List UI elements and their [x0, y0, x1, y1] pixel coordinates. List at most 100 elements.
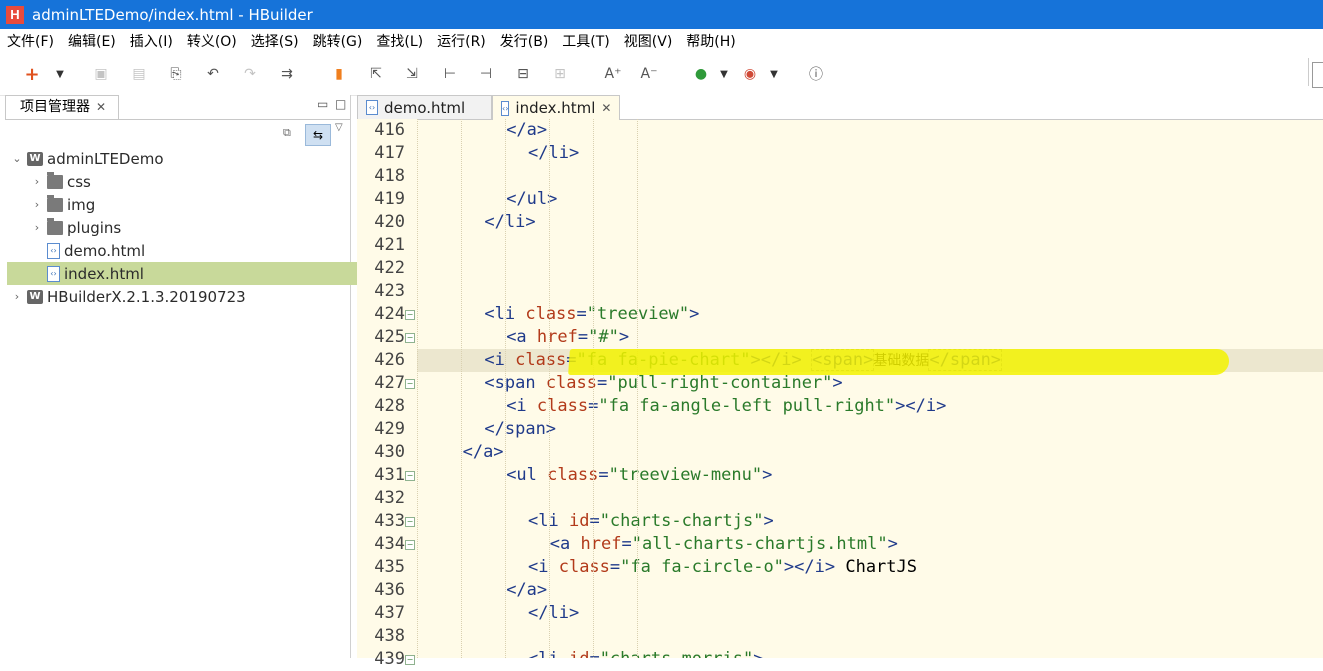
- save-icon[interactable]: ▣: [92, 65, 110, 83]
- undo-icon[interactable]: ↶: [204, 65, 222, 83]
- code-token: =: [577, 327, 589, 347]
- maximize-icon[interactable]: □: [335, 97, 346, 111]
- browser-caret-icon[interactable]: ▼: [765, 65, 783, 83]
- menu-item[interactable]: 文件(F): [0, 31, 61, 51]
- code-token: class: [558, 557, 610, 577]
- title-bar: H adminLTEDemo/index.html - HBuilder: [0, 0, 1323, 29]
- chevron-down-icon[interactable]: ⌄: [11, 152, 23, 165]
- collapse-all-icon[interactable]: ⧉: [283, 126, 291, 140]
- dropdown-caret-icon[interactable]: ▼: [51, 65, 69, 83]
- close-icon[interactable]: ✕: [601, 101, 611, 115]
- menu-item[interactable]: 发行(B): [493, 31, 556, 51]
- code-token: <i: [528, 557, 559, 577]
- line-number: 426: [374, 350, 405, 370]
- tree-item[interactable]: ‹› index.html: [7, 262, 374, 285]
- chevron-right-icon[interactable]: ›: [31, 198, 43, 211]
- project-panel: 项目管理器 ✕ ▭ □ ⧉ ⇆ ▽ ⌄ WadminLTEDemo › css › img…: [5, 95, 374, 658]
- chevron-right-icon[interactable]: ›: [31, 221, 43, 234]
- menu-item[interactable]: 转义(O): [180, 31, 244, 51]
- toolbar-overflow-icon[interactable]: [1312, 62, 1323, 88]
- fold-toggle-icon[interactable]: −: [405, 517, 415, 527]
- menu-item[interactable]: 编辑(E): [61, 31, 123, 51]
- fold-toggle-icon[interactable]: −: [405, 540, 415, 550]
- info-icon[interactable]: ⓘ: [807, 65, 825, 83]
- line-number: 435: [374, 557, 405, 577]
- run-icon[interactable]: ●: [692, 65, 710, 83]
- code-line: <li id="charts-morris">: [417, 648, 1323, 658]
- fold-toggle-icon[interactable]: −: [405, 310, 415, 320]
- menu-item[interactable]: 运行(R): [430, 31, 493, 51]
- menu-item[interactable]: 选择(S): [244, 31, 306, 51]
- font-decrease-icon[interactable]: A⁻: [640, 65, 658, 83]
- indent-guide: [461, 119, 462, 658]
- code-line: <span class="pull-right-container">: [417, 372, 1323, 395]
- revert-icon[interactable]: ⎘: [167, 65, 185, 83]
- fold-toggle-icon[interactable]: −: [405, 379, 415, 389]
- code-content: </li>: [528, 142, 579, 165]
- code-token: >: [887, 534, 898, 554]
- menu-item[interactable]: 跳转(G): [306, 31, 370, 51]
- code-area[interactable]: </a> </li> </ul> </li> <li class="treeview">…: [417, 119, 1323, 658]
- project-icon: W: [27, 151, 43, 166]
- go-end-icon[interactable]: ⊣: [477, 65, 495, 83]
- tree-item[interactable]: › img: [7, 193, 374, 216]
- tree-item[interactable]: › W HBuilderX.2.1.3.20190723: [7, 285, 354, 308]
- save-all-icon[interactable]: ▤: [130, 65, 148, 83]
- code-line: </a>: [417, 579, 1323, 602]
- tab-project-manager[interactable]: 项目管理器 ✕: [5, 95, 120, 119]
- editor-tab[interactable]: ‹› demo.html: [357, 95, 492, 119]
- fold-toggle-icon[interactable]: −: [405, 333, 415, 343]
- tree-item[interactable]: › plugins: [7, 216, 374, 239]
- split-icon[interactable]: ⊟: [514, 65, 532, 83]
- code-token: >: [618, 327, 630, 347]
- tree-item[interactable]: ⌄ WadminLTEDemo: [7, 147, 354, 170]
- code-token: href: [580, 534, 622, 554]
- chevron-right-icon[interactable]: ›: [11, 290, 23, 303]
- line-number: 427: [374, 373, 405, 393]
- editor-tab[interactable]: ‹› index.html ✕: [492, 95, 620, 120]
- run-caret-icon[interactable]: ▼: [715, 65, 733, 83]
- minimize-icon[interactable]: ▭: [317, 97, 328, 111]
- line-number: 434: [374, 534, 405, 554]
- redo-icon[interactable]: ↷: [241, 65, 259, 83]
- menu-item[interactable]: 帮助(H): [679, 31, 742, 51]
- line-number: 421: [374, 235, 405, 255]
- code-content: </a>: [506, 579, 547, 602]
- next-edit-icon[interactable]: ⇲: [403, 65, 421, 83]
- tree-item[interactable]: ‹› demo.html: [7, 239, 374, 262]
- folder-icon: [47, 171, 63, 189]
- code-content: <li id="charts-morris">: [528, 648, 763, 658]
- code-token: =: [589, 511, 600, 531]
- add-icon[interactable]: +: [23, 64, 41, 85]
- menu-item[interactable]: 工具(T): [555, 31, 616, 51]
- html-file-icon: ‹›: [47, 265, 60, 282]
- font-increase-icon[interactable]: A⁺: [604, 65, 622, 83]
- menu-item[interactable]: 视图(V): [617, 31, 680, 51]
- menu-item[interactable]: 查找(L): [369, 31, 430, 51]
- editor-tabbar: ‹› demo.html ‹› index.html ✕: [357, 95, 1323, 120]
- prev-edit-icon[interactable]: ⇱: [367, 65, 385, 83]
- code-content: </a>: [506, 119, 547, 142]
- chevron-right-icon[interactable]: ›: [31, 175, 43, 188]
- go-start-icon[interactable]: ⊢: [441, 65, 459, 83]
- link-editor-icon[interactable]: ⇆: [305, 124, 331, 146]
- format-icon[interactable]: ⇉: [278, 65, 296, 83]
- tree-item[interactable]: › css: [7, 170, 374, 193]
- bookmark-icon[interactable]: ▮: [330, 65, 348, 83]
- line-number: 420: [374, 212, 405, 232]
- code-token: class: [547, 465, 599, 485]
- code-token: =: [609, 557, 621, 577]
- code-token: class: [545, 373, 597, 393]
- code-token: <a: [549, 534, 581, 554]
- merge-icon[interactable]: ⊞: [551, 65, 569, 83]
- fold-toggle-icon[interactable]: −: [405, 655, 415, 665]
- code-token: <a: [506, 327, 537, 347]
- code-token: href: [536, 327, 578, 347]
- menu-bar: 文件(F) 编辑(E) 插入(I) 转义(O) 选择(S) 跳转(G) 查找(L) 运行(R)…: [0, 29, 1323, 53]
- view-menu-icon[interactable]: ▽: [335, 122, 343, 133]
- editor-tab-label: demo.html: [384, 98, 466, 117]
- menu-item[interactable]: 插入(I): [123, 31, 180, 51]
- fold-toggle-icon[interactable]: −: [405, 471, 415, 481]
- browser-icon[interactable]: ◉: [741, 65, 759, 83]
- close-icon[interactable]: ✕: [96, 96, 106, 119]
